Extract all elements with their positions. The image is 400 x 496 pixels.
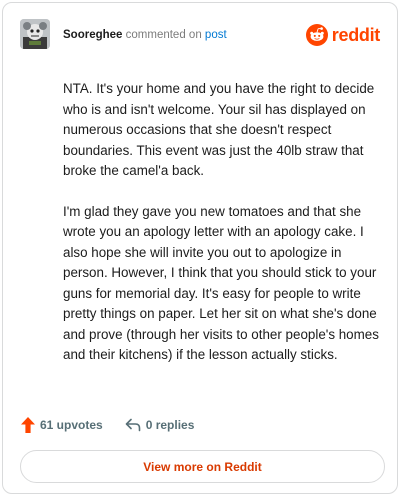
replies-button[interactable]: 0 replies xyxy=(125,418,195,432)
comment-actions: 61 upvotes 0 replies xyxy=(21,417,216,433)
comment-paragraph: I'm glad they gave you new tomatoes and … xyxy=(63,203,379,363)
avatar[interactable] xyxy=(20,19,50,49)
replies-count: 0 replies xyxy=(145,418,195,432)
comment-paragraph: NTA. It's your home and you have the rig… xyxy=(63,81,375,178)
reddit-snoo-icon xyxy=(305,24,328,46)
commented-on-text: commented on xyxy=(125,29,202,41)
upvotes-button[interactable]: 61 upvotes xyxy=(21,417,103,433)
view-more-button[interactable]: View more on Reddit xyxy=(20,450,385,483)
username-link[interactable]: Sooreghee xyxy=(63,29,122,41)
comment-embed-card: Sooreghee commented on post reddit NTA. … xyxy=(2,2,398,494)
comment-body: NTA. It's your home and you have the rig… xyxy=(63,79,381,386)
reddit-wordmark: reddit xyxy=(331,25,381,45)
post-link[interactable]: post xyxy=(205,29,227,41)
upvote-arrow-icon xyxy=(21,417,35,433)
avatar-image xyxy=(20,19,50,49)
upvotes-count: 61 upvotes xyxy=(40,418,103,432)
reply-arrow-icon xyxy=(125,418,141,432)
reddit-logo[interactable]: reddit xyxy=(305,24,381,46)
view-more-label: View more on Reddit xyxy=(143,459,262,474)
comment-header: Sooreghee commented on post xyxy=(63,27,227,43)
